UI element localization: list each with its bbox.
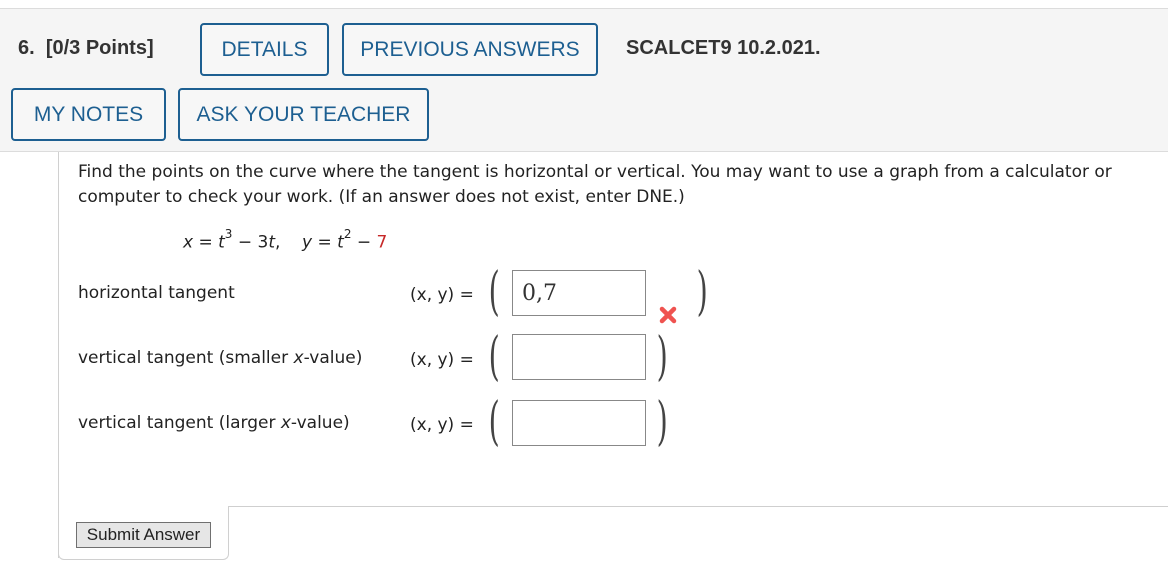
prompt-line-1: Find the points on the curve where the t…	[78, 162, 1112, 182]
eq-t: t	[218, 232, 225, 253]
eq-x-var: x	[183, 232, 194, 253]
eq-constant: 7	[376, 232, 388, 253]
left-paren: (	[488, 392, 500, 452]
my-notes-button[interactable]: MY NOTES	[11, 88, 166, 141]
horizontal-tangent-input[interactable]	[512, 270, 646, 316]
eq-exp-2: 2	[343, 227, 352, 241]
vertical-tangent-larger-label: vertical tangent (larger x-value)	[78, 413, 350, 433]
right-paren: )	[656, 327, 668, 387]
vertical-tangent-larger-input[interactable]	[512, 400, 646, 446]
points-badge: [0/3 Points]	[45, 37, 154, 59]
eq-exp-3: 3	[224, 227, 233, 241]
xy-label: (x, y) =	[410, 285, 474, 305]
ask-your-teacher-button[interactable]: ASK YOUR TEACHER	[178, 88, 429, 141]
eq-x-rest: − 3	[232, 232, 269, 253]
left-paren: (	[488, 327, 500, 387]
question-points: 6. [0/3 Points]	[18, 37, 154, 60]
xy-label: (x, y) =	[410, 415, 474, 435]
question-number: 6.	[18, 37, 35, 59]
vertical-tangent-smaller-input[interactable]	[512, 334, 646, 380]
previous-answers-button[interactable]: PREVIOUS ANSWERS	[342, 23, 598, 76]
vertical-tangent-smaller-label: vertical tangent (smaller x-value)	[78, 348, 363, 368]
prompt-line-2: computer to check your work. (If an answ…	[78, 187, 685, 207]
right-paren: )	[656, 392, 668, 452]
horizontal-tangent-label: horizontal tangent	[78, 283, 235, 303]
eq-y-var: y	[302, 232, 313, 253]
right-paren: )	[696, 262, 708, 322]
eq-t3: t	[337, 232, 344, 253]
eq-minus: −	[351, 232, 377, 253]
content-border	[58, 152, 59, 558]
question-header: 6. [0/3 Points] DETAILS PREVIOUS ANSWERS…	[0, 8, 1168, 152]
incorrect-x-icon	[659, 306, 677, 324]
details-button[interactable]: DETAILS	[200, 23, 329, 76]
eq-t2: t	[268, 232, 275, 253]
xy-label: (x, y) =	[410, 350, 474, 370]
question-prompt: Find the points on the curve where the t…	[78, 160, 1168, 210]
problem-code: SCALCET9 10.2.021.	[626, 37, 821, 59]
parametric-equation: x = t3 − 3t, y = t2 − 7	[183, 227, 388, 253]
left-paren: (	[488, 262, 500, 322]
divider	[229, 506, 1168, 507]
submit-answer-button[interactable]: Submit Answer	[76, 522, 211, 548]
